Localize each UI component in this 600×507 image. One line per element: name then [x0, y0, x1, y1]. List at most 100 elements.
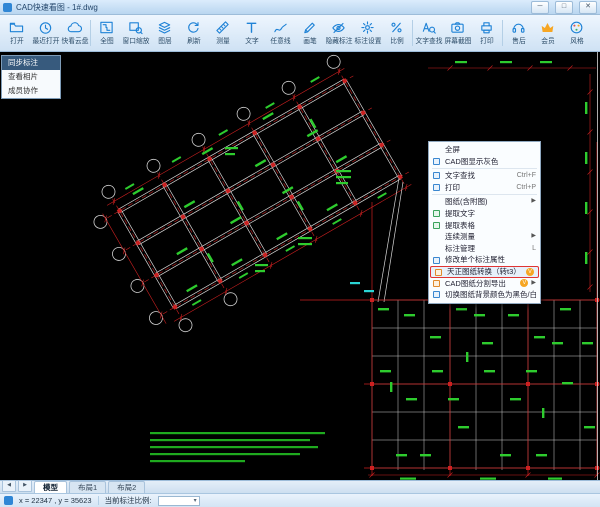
toolbar-separator: [412, 20, 413, 46]
menu-item-continuous-measure[interactable]: 连续测量 ▶: [429, 231, 540, 243]
layout-tab-bar: ◀ ▶ 模型 布局1 布局2: [0, 480, 600, 493]
minimize-button[interactable]: ─: [531, 0, 549, 14]
ruler-icon: [216, 21, 229, 34]
menu-item-extract-text[interactable]: 提取文字: [429, 208, 540, 220]
toolbar-freeline[interactable]: 任意线: [266, 16, 295, 50]
headset-icon: [512, 23, 525, 33]
layers-icon: [158, 21, 171, 34]
toolbar-screenshot[interactable]: 屏幕截图: [443, 16, 472, 50]
toolbar-brush[interactable]: 画笔: [295, 16, 324, 50]
menu-item-sync-annotation[interactable]: 同步标注: [2, 56, 60, 70]
scale-select[interactable]: ▾: [157, 495, 200, 506]
submenu-arrow-icon: ▶: [531, 198, 536, 205]
menu-item-annotation-manager[interactable]: 标注管理 L: [429, 243, 540, 255]
main-toolbar: 打开 最近打开 快看云盘 全图 窗口缩放 图层 刷新 测量 文字 任意线 画笔 …: [0, 15, 600, 52]
tianzheng-convert-icon: [435, 269, 442, 277]
printer-icon: [481, 22, 492, 34]
clock-icon: [39, 22, 52, 34]
cloud-icon: [67, 22, 82, 33]
cursor-coordinates: x = 22347 , y = 35623: [19, 496, 92, 505]
camera-icon: [451, 22, 464, 33]
vip-badge-icon: V: [526, 267, 534, 276]
vip-crown-icon: [541, 23, 554, 32]
tab-layout2[interactable]: 布局2: [108, 481, 146, 493]
toolbar-measure[interactable]: 测量: [208, 16, 237, 50]
menu-item-grayscale[interactable]: CAD图显示灰色: [429, 156, 540, 168]
edit-annotation-icon: [433, 256, 440, 264]
shortcut-label: Ctrl+F: [516, 172, 536, 180]
toolbar-separator: [502, 20, 503, 46]
palette-icon: [570, 21, 583, 34]
toolbar-vip[interactable]: 会员: [533, 16, 562, 50]
shortcut-label: Ctrl+P: [516, 183, 536, 191]
menu-item-find-text[interactable]: 文字查找 Ctrl+F: [429, 170, 540, 182]
menu-item-fullscreen[interactable]: 全屏: [429, 144, 540, 156]
toolbar-cloud[interactable]: 快看云盘: [60, 16, 89, 50]
menu-item-print[interactable]: 打印 Ctrl+P: [429, 182, 540, 194]
submenu-arrow-icon: ▶: [531, 233, 536, 240]
menu-item-tianzheng-convert[interactable]: 天正图纸转换（转t3） V: [430, 265, 539, 278]
toolbar-annotation-settings[interactable]: 标注设置: [353, 16, 382, 50]
toolbar-recent[interactable]: 最近打开: [31, 16, 60, 50]
text-icon: [246, 22, 257, 33]
menu-separator: [432, 168, 537, 170]
toolbar-fit-view[interactable]: 全图: [92, 16, 121, 50]
grayscale-icon: [433, 157, 440, 165]
tab-nav-prev-button[interactable]: ◀: [2, 480, 16, 492]
gear-icon: [361, 21, 374, 34]
full-view-icon: [100, 21, 113, 34]
toolbar-print[interactable]: 打印: [472, 16, 501, 50]
menu-item-extract-table[interactable]: 提取表格: [429, 220, 540, 232]
tab-model[interactable]: 模型: [34, 481, 67, 493]
print-icon: [433, 184, 440, 192]
toolbar-style[interactable]: 风格: [562, 16, 591, 50]
quick-annotation-menu: 同步标注 查看相片 成员协作: [1, 55, 61, 99]
toggle-background-icon: [433, 291, 440, 299]
refresh-icon: [188, 22, 199, 33]
toolbar-service[interactable]: 售后: [504, 16, 533, 50]
split-export-icon: [433, 279, 440, 287]
window-zoom-icon: [129, 22, 143, 35]
toolbar-scale[interactable]: 比例: [382, 16, 411, 50]
status-icon: [4, 496, 13, 505]
toolbar-hide-annotation[interactable]: 隐藏标注: [324, 16, 353, 50]
open-folder-icon: [9, 22, 24, 33]
toolbar-open[interactable]: 打开: [2, 16, 31, 50]
menu-item-view-photo[interactable]: 查看相片: [2, 70, 60, 84]
app-icon: [3, 2, 12, 12]
menu-item-sheets[interactable]: 图纸(含附图) ▶: [429, 196, 540, 208]
brush-icon: [304, 22, 315, 34]
status-divider: [97, 496, 99, 505]
app-window: CAD快速看图 - 1#.dwg ─ □ ✕ 打开 最近打开 快看云盘 全图 窗…: [0, 0, 600, 507]
text-search-icon: [422, 22, 436, 34]
maximize-button[interactable]: □: [555, 0, 573, 14]
vip-badge-icon: V: [520, 279, 529, 288]
menu-item-toggle-background[interactable]: 切换图纸背景颜色为黑色/白色: [429, 289, 540, 301]
toolbar-text[interactable]: 文字: [237, 16, 266, 50]
search-icon: [433, 172, 440, 180]
scale-label: 当前标注比例:: [104, 496, 152, 505]
free-line-icon: [274, 23, 287, 33]
toolbar-separator: [90, 20, 91, 46]
extract-text-icon: [433, 210, 440, 218]
window-title: CAD快速看图 - 1#.dwg: [16, 2, 98, 12]
context-menu: 全屏 CAD图显示灰色 文字查找 Ctrl+F 打印 Ctrl+P 图纸(含附图…: [428, 141, 541, 304]
title-bar: CAD快速看图 - 1#.dwg ─ □ ✕: [0, 0, 600, 15]
toolbar-find-text[interactable]: 文字查找: [414, 16, 443, 50]
menu-separator: [432, 194, 537, 196]
close-button[interactable]: ✕: [579, 0, 597, 14]
chevron-down-icon: ▾: [193, 498, 197, 504]
menu-item-split-export[interactable]: CAD图纸分割导出 V ▶: [429, 278, 540, 290]
eye-off-icon: [332, 22, 345, 34]
submenu-arrow-icon: ▶: [531, 279, 536, 286]
tab-nav-next-button[interactable]: ▶: [18, 480, 32, 492]
status-bar: x = 22347 , y = 35623 当前标注比例: ▾: [0, 493, 600, 507]
shortcut-label: L: [532, 244, 536, 252]
ratio-icon: [391, 22, 402, 33]
toolbar-layers[interactable]: 图层: [150, 16, 179, 50]
toolbar-window-zoom[interactable]: 窗口缩放: [121, 16, 150, 50]
menu-item-member-collab[interactable]: 成员协作: [2, 84, 60, 98]
tab-layout1[interactable]: 布局1: [69, 481, 107, 493]
menu-item-edit-annotation[interactable]: 修改单个标注属性: [429, 254, 540, 266]
toolbar-refresh[interactable]: 刷新: [179, 16, 208, 50]
